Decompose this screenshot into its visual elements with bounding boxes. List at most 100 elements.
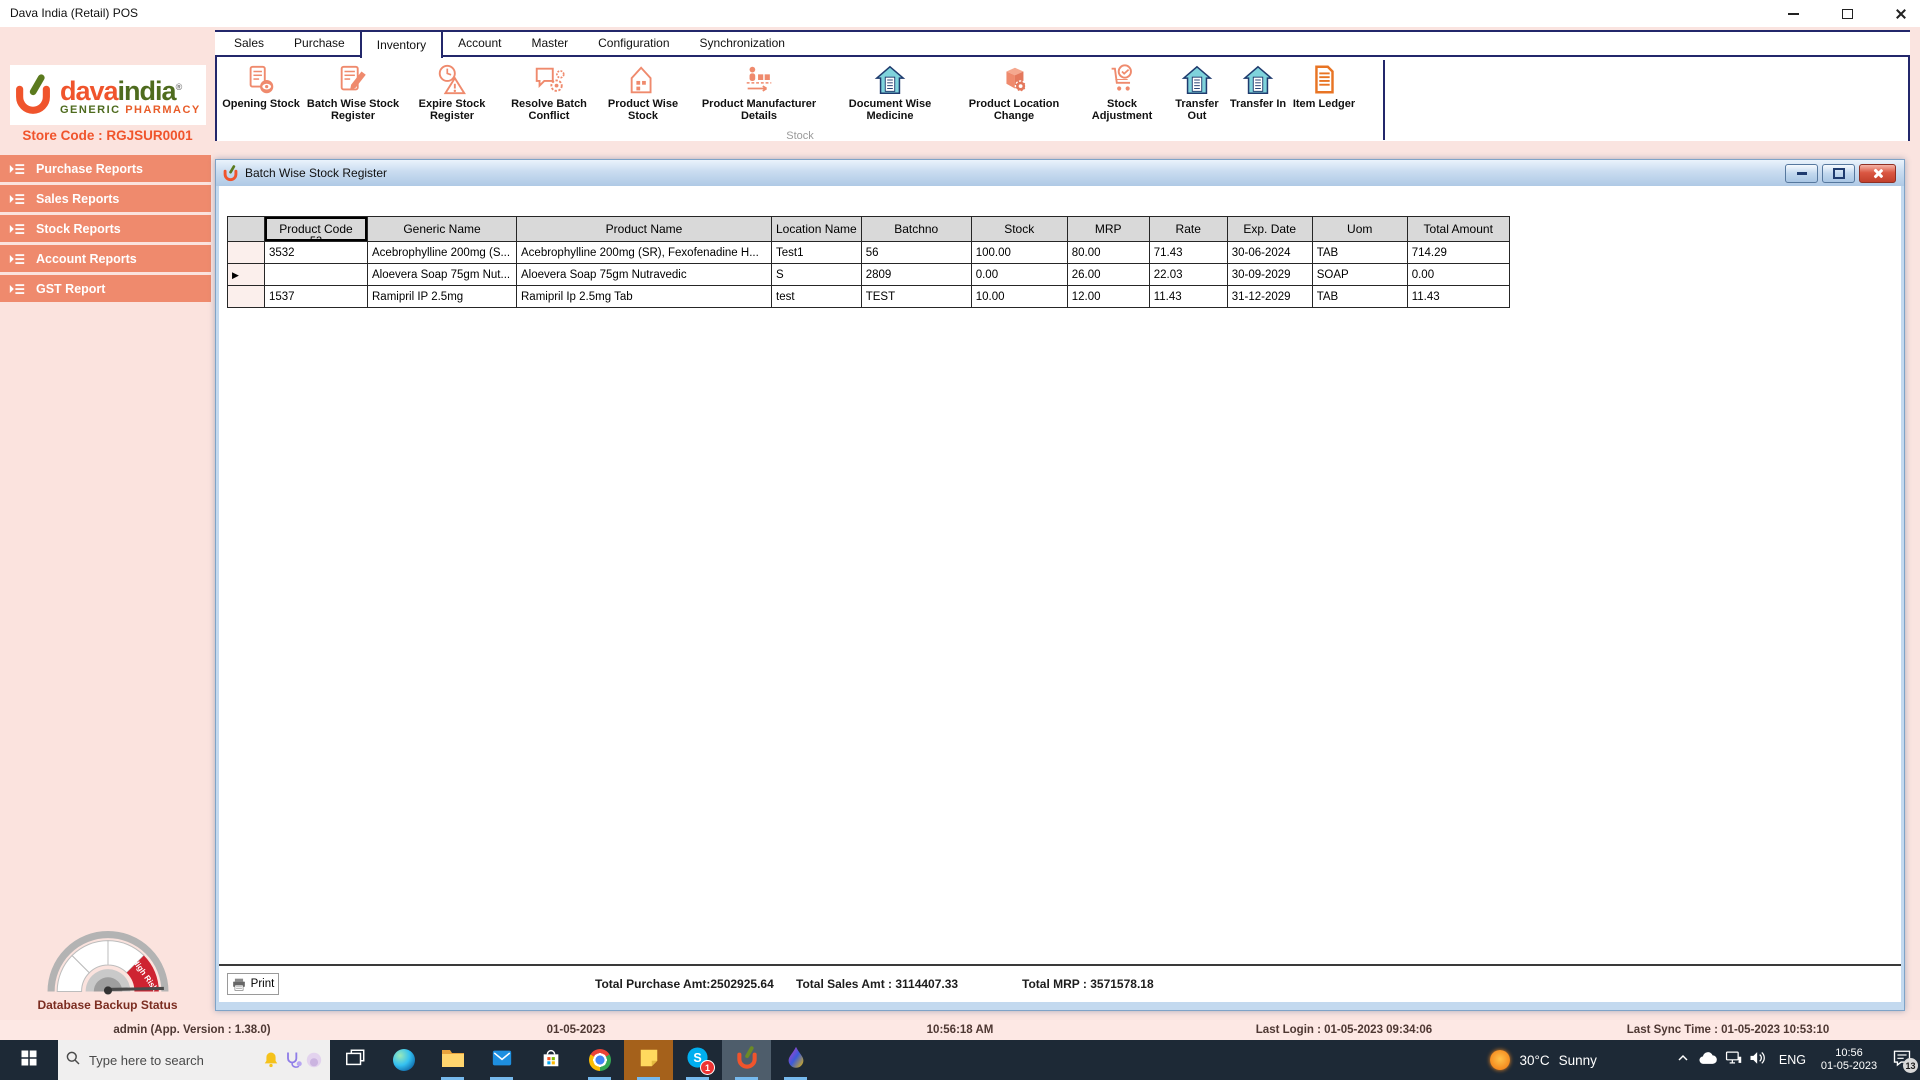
taskbar-edge-button[interactable] [379, 1040, 428, 1080]
show-hidden-icons-button[interactable] [1671, 1040, 1696, 1080]
column-header-batchno[interactable]: Batchno [860, 216, 972, 242]
report-minimize-button[interactable] [1785, 163, 1818, 183]
row-selector-cell[interactable] [227, 241, 265, 264]
taskbar-dava-pos-button[interactable] [722, 1040, 771, 1080]
column-header-product-code[interactable]: Product Code53 [264, 216, 368, 242]
row-selector-cell[interactable] [227, 285, 265, 308]
sidebar-item-stock-reports[interactable]: Stock Reports [0, 215, 211, 242]
cell-location-name[interactable]: Test1 [771, 241, 862, 264]
cell-total-amount[interactable]: 11.43 [1406, 285, 1510, 308]
status-item-3: Last Login : 01-05-2023 09:34:06 [1255, 1024, 1433, 1036]
sidebar-item-label: GST Report [36, 281, 106, 296]
cell-product-code[interactable]: 3532 [264, 241, 368, 264]
taskbar-store-button[interactable] [526, 1040, 575, 1080]
column-header-mrp[interactable]: MRP [1066, 216, 1150, 242]
taskbar-paint-3d-button[interactable] [771, 1040, 820, 1080]
cell-exp-date[interactable]: 31-12-2029 [1226, 285, 1313, 308]
cell-mrp[interactable]: 80.00 [1066, 241, 1150, 264]
column-header-location-name[interactable]: Location Name [771, 216, 862, 242]
cell-batchno[interactable]: 56 [860, 241, 972, 264]
taskbar-mail-button[interactable] [477, 1040, 526, 1080]
report-window-titlebar[interactable]: Batch Wise Stock Register [216, 160, 1904, 186]
cell-mrp[interactable]: 26.00 [1066, 263, 1150, 286]
cell-rate[interactable]: 22.03 [1148, 263, 1228, 286]
status-item-2: 10:56:18 AM [926, 1024, 994, 1036]
cell-uom[interactable]: SOAP [1311, 263, 1408, 286]
tab-master[interactable]: Master [516, 32, 583, 55]
start-button[interactable] [0, 1040, 58, 1080]
maximize-button[interactable] [1834, 4, 1860, 24]
tab-account[interactable]: Account [443, 32, 516, 55]
sidebar-item-gst-report[interactable]: GST Report [0, 275, 211, 302]
cell-rate[interactable]: 11.43 [1148, 285, 1228, 308]
ribbon-group-separator [1383, 60, 1385, 140]
tab-sales[interactable]: Sales [219, 32, 279, 55]
table-row[interactable]: 1537 Ramipril IP 2.5mg Ramipril Ip 2.5mg T… [227, 285, 1510, 308]
cell-rate[interactable]: 71.43 [1148, 241, 1228, 264]
stock-register-table: Product Code53Generic NameProduct NameLo… [227, 216, 1510, 308]
table-row[interactable]: 3532 Acebrophylline 200mg (S... Acebrophyl… [227, 241, 1510, 264]
minimize-button[interactable] [1780, 4, 1806, 24]
chrome-icon [588, 1049, 611, 1071]
cell-product-name[interactable]: Acebrophylline 200mg (SR), Fexofenadine … [516, 241, 772, 264]
tab-synchronization[interactable]: Synchronization [685, 32, 800, 55]
tab-configuration[interactable]: Configuration [583, 32, 684, 55]
cell-batchno[interactable]: TEST [860, 285, 972, 308]
column-header-uom[interactable]: Uom [1311, 216, 1408, 242]
print-button[interactable]: Print [227, 973, 279, 995]
tab-purchase[interactable]: Purchase [279, 32, 360, 55]
column-header-stock[interactable]: Stock [970, 216, 1068, 242]
weather-widget[interactable]: 30°C Sunny [1490, 1050, 1597, 1070]
onedrive-button[interactable] [1696, 1040, 1721, 1080]
cell-location-name[interactable]: S [771, 263, 862, 286]
column-header-total-amount[interactable]: Total Amount [1406, 216, 1510, 242]
cell-generic-name[interactable]: Acebrophylline 200mg (S... [367, 241, 517, 264]
sidebar-item-account-reports[interactable]: Account Reports [0, 245, 211, 272]
cell-exp-date[interactable]: 30-09-2029 [1226, 263, 1313, 286]
column-header-rate[interactable]: Rate [1148, 216, 1228, 242]
search-input[interactable]: Type here to search [58, 1040, 330, 1080]
taskbar-clock[interactable]: 10:56 01-05-2023 [1814, 1047, 1884, 1073]
column-header-exp-date[interactable]: Exp. Date [1226, 216, 1313, 242]
column-header-generic-name[interactable]: Generic Name [367, 216, 517, 242]
search-icon [65, 1050, 81, 1071]
cell-product-code[interactable]: 53 [264, 263, 368, 286]
close-button[interactable] [1888, 4, 1914, 24]
window-titlebar: Dava India (Retail) POS [0, 0, 1920, 27]
sidebar-item-sales-reports[interactable]: Sales Reports [0, 185, 211, 212]
report-maximize-button[interactable] [1822, 163, 1855, 183]
taskbar-chrome-button[interactable] [575, 1040, 624, 1080]
cell-total-amount[interactable]: 0.00 [1406, 263, 1510, 286]
tab-inventory[interactable]: Inventory [359, 30, 444, 58]
taskbar-file-explorer-button[interactable] [428, 1040, 477, 1080]
cell-uom[interactable]: TAB [1311, 241, 1408, 264]
volume-button[interactable] [1746, 1040, 1771, 1080]
cell-uom[interactable]: TAB [1311, 285, 1408, 308]
cell-stock[interactable]: 10.00 [970, 285, 1068, 308]
cell-stock[interactable]: 100.00 [970, 241, 1068, 264]
taskbar-sticky-notes-button[interactable] [624, 1040, 673, 1080]
cell-batchno[interactable]: 2809 [860, 263, 972, 286]
cell-product-code[interactable]: 1537 [264, 285, 368, 308]
cell-total-amount[interactable]: 714.29 [1406, 241, 1510, 264]
column-header-product-name[interactable]: Product Name [516, 216, 772, 242]
taskbar-skype-button[interactable]: S1 [673, 1040, 722, 1080]
cell-location-name[interactable]: test [771, 285, 862, 308]
sidebar-item-purchase-reports[interactable]: Purchase Reports [0, 155, 211, 182]
language-indicator[interactable]: ENG [1779, 1053, 1806, 1067]
cell-product-name[interactable]: Aloevera Soap 75gm Nutravedic [516, 263, 772, 286]
cell-exp-date[interactable]: 30-06-2024 [1226, 241, 1313, 264]
sun-icon [1490, 1050, 1511, 1070]
cell-product-name[interactable]: Ramipril Ip 2.5mg Tab [516, 285, 772, 308]
cell-stock[interactable]: 0.00 [970, 263, 1068, 286]
report-close-button[interactable] [1859, 163, 1896, 183]
notification-center-button[interactable]: 13 [1884, 1040, 1920, 1080]
cell-mrp[interactable]: 12.00 [1066, 285, 1150, 308]
batch-wise-stock-register-window: Batch Wise Stock Register Product Code53… [215, 159, 1905, 1011]
cell-generic-name[interactable]: Ramipril IP 2.5mg [367, 285, 517, 308]
network-button[interactable] [1721, 1040, 1746, 1080]
row-selector-cell[interactable]: ▶ [227, 263, 265, 286]
cell-generic-name[interactable]: Aloevera Soap 75gm Nut... [367, 263, 517, 286]
taskbar-task-view-button[interactable] [330, 1040, 379, 1080]
table-row[interactable]: ▶ 53 Aloevera Soap 75gm Nut... Aloevera Soa… [227, 263, 1510, 286]
